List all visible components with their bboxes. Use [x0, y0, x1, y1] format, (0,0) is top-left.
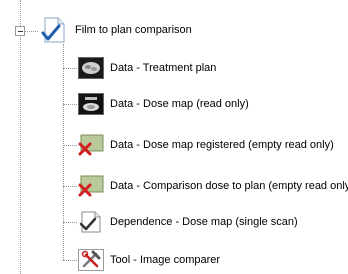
tree-node-image-comparer[interactable]: Tool - Image comparer [78, 249, 220, 271]
empty-data-x-icon [78, 134, 104, 156]
dose-map-image-icon [78, 93, 104, 115]
tree-view: Film to plan comparison Data - Treatment… [0, 0, 348, 274]
tree-node-label: Data - Comparison dose to plan (empty re… [110, 180, 348, 192]
tree-node-label: Data - Dose map registered (empty read o… [110, 139, 334, 151]
tree-node-label: Dependence - Dose map (single scan) [110, 216, 298, 228]
tree-connector [20, 0, 21, 274]
collapse-toggle[interactable] [15, 26, 25, 36]
tree-connector [63, 44, 64, 260]
tree-connector [24, 31, 38, 32]
tree-node-treatment-plan[interactable]: Data - Treatment plan [78, 57, 216, 79]
tree-node-dependence-dose-map[interactable]: Dependence - Dose map (single scan) [78, 211, 298, 233]
tool-hammer-wrench-icon [78, 249, 104, 271]
tree-connector [63, 222, 77, 223]
empty-data-x-icon [78, 175, 104, 197]
tree-node-label: Data - Treatment plan [110, 62, 217, 74]
tree-node-label: Film to plan comparison [75, 24, 192, 36]
dependence-check-icon [78, 211, 104, 233]
tree-connector [63, 186, 77, 187]
tree-node-dose-map-registered[interactable]: Data - Dose map registered (empty read o… [78, 134, 334, 156]
tree-connector [63, 104, 77, 105]
treatment-plan-image-icon [78, 57, 104, 79]
tree-node-dose-map[interactable]: Data - Dose map (read only) [78, 93, 249, 115]
tree-connector [63, 145, 77, 146]
tree-connector [63, 68, 77, 69]
tree-node-comparison-dose[interactable]: Data - Comparison dose to plan (empty re… [78, 175, 348, 197]
tree-node-root[interactable]: Film to plan comparison [39, 16, 192, 44]
document-check-icon [39, 16, 69, 44]
tree-connector [63, 260, 77, 261]
minus-icon [18, 31, 23, 32]
tree-node-label: Data - Dose map (read only) [110, 98, 249, 110]
tree-node-label: Tool - Image comparer [110, 254, 221, 266]
